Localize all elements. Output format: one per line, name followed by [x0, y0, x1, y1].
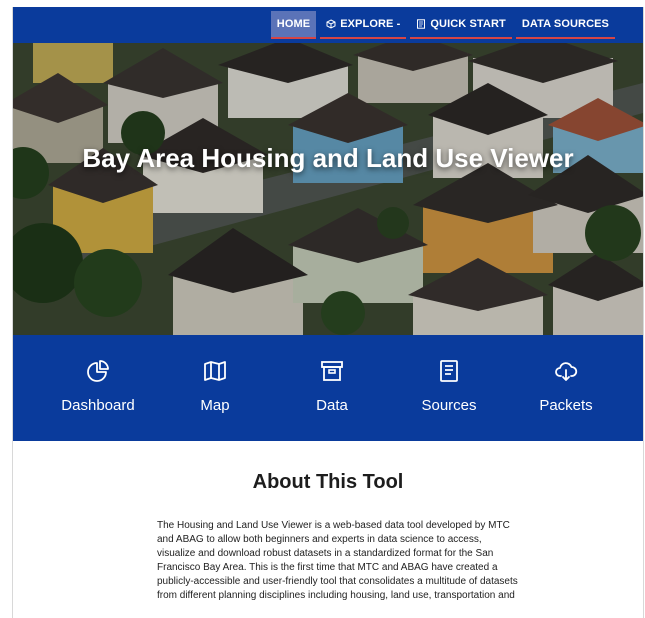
tile-map[interactable]: Map: [160, 335, 270, 441]
nav-home[interactable]: HOME: [270, 11, 317, 39]
feature-nav-band: Dashboard Map Data Sources Packets: [13, 335, 643, 441]
about-title: About This Tool: [252, 471, 404, 493]
nav-home-label: HOME: [276, 18, 311, 30]
hero-title: Bay Area Housing and Land Use Viewer: [82, 143, 574, 173]
tile-data[interactable]: Data: [277, 335, 387, 441]
nav-data-sources-label: DATA SOURCES: [521, 18, 609, 30]
page-frame: HOME EXPLORE - QUICK START DATA SOURCES: [12, 7, 644, 618]
tile-data-label: Data: [316, 397, 348, 414]
tile-packets-label: Packets: [539, 397, 593, 414]
about-body: The Housing and Land Use Viewer is a web…: [157, 520, 518, 601]
about-section: About This Tool The Housing and Land Use…: [13, 441, 643, 618]
nav-quick-start[interactable]: QUICK START: [410, 11, 512, 39]
cloud-download-icon: [555, 362, 578, 381]
nav-quick-start-label: QUICK START: [430, 18, 506, 30]
tile-dashboard-label: Dashboard: [61, 397, 135, 414]
tile-map-label: Map: [200, 397, 230, 414]
map-icon: [204, 361, 226, 381]
hero-neighborhood-image: [13, 43, 643, 335]
document-list-icon: [440, 360, 458, 382]
cube-icon: [326, 19, 336, 29]
top-nav: HOME EXPLORE - QUICK START DATA SOURCES: [13, 7, 643, 43]
tile-packets[interactable]: Packets: [511, 335, 621, 441]
hero-banner: Bay Area Housing and Land Use Viewer: [13, 43, 643, 335]
document-icon: [417, 19, 426, 29]
tile-sources[interactable]: Sources: [394, 335, 504, 441]
tile-sources-label: Sources: [421, 397, 477, 414]
nav-explore[interactable]: EXPLORE -: [320, 11, 407, 39]
archive-box-icon: [321, 361, 343, 381]
pie-chart-icon: [87, 360, 109, 382]
tile-dashboard[interactable]: Dashboard: [43, 335, 153, 441]
nav-explore-label: EXPLORE -: [340, 18, 401, 30]
nav-data-sources[interactable]: DATA SOURCES: [515, 11, 615, 39]
